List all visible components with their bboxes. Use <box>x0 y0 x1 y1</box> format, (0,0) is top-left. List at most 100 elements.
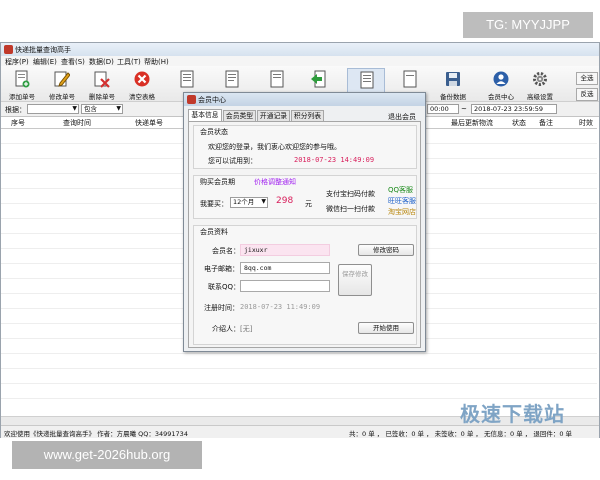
buy-membership-group: 购买会员期 价格调整通知 我要买： 12个月 ▼ 298 元 支付宝扫码付款 微信… <box>193 175 417 219</box>
dialog-app-icon <box>187 95 196 104</box>
register-time-value: 2018-07-23 11:49:09 <box>240 303 321 311</box>
filter-mode-select[interactable]: 包含 ▼ <box>81 104 123 114</box>
alipay-link[interactable]: 支付宝扫码付款 <box>326 189 375 199</box>
buy-membership-caption: 购买会员期 <box>200 178 235 186</box>
table-row <box>1 368 597 369</box>
add-number-button[interactable]: 添加单号 <box>3 68 41 102</box>
edit-number-label: 修改单号 <box>49 93 75 101</box>
tab-open-records[interactable]: 开通记录 <box>257 110 290 121</box>
column-header-note[interactable]: 备注 <box>539 118 553 128</box>
qq-service-link[interactable]: QQ客服 <box>388 185 413 195</box>
filter-label: 根据： <box>5 106 26 114</box>
member-center-button[interactable]: 会员中心 <box>482 68 520 102</box>
basic-info-panel: 会员状态 欢迎您的登录，我们衷心欢迎您的参与哦。 您可以试用到： 2018-07… <box>188 121 421 348</box>
tab-points-list[interactable]: 积分列表 <box>291 110 324 121</box>
member-name-field[interactable]: jixuxr <box>240 244 330 256</box>
time-start-value: 00:00 <box>430 105 449 113</box>
clear-red-icon <box>134 71 150 87</box>
trial-until-value: 2018-07-23 14:49:09 <box>294 156 375 164</box>
refresh-doc-icon <box>180 70 194 88</box>
user-center-icon <box>493 71 509 87</box>
advanced-settings-button[interactable]: 高级设置 <box>521 68 559 102</box>
change-password-button[interactable]: 修改密码 <box>358 244 414 256</box>
column-header-status[interactable]: 状态 <box>512 118 526 128</box>
trial-until-label: 您可以试用到： <box>208 157 257 165</box>
save-disk-icon <box>446 72 460 86</box>
column-header-query-time[interactable]: 查询时间 <box>63 118 91 128</box>
watermark-site-logo: 极速下载站 <box>460 402 565 426</box>
save-changes-button[interactable]: 保存修改 <box>338 264 372 296</box>
filter-mode-value: 包含 <box>84 105 97 113</box>
chevron-down-icon: ▼ <box>72 105 77 112</box>
referrer-value: [无] <box>240 325 253 333</box>
filter-field-select[interactable]: ▼ <box>27 104 79 114</box>
member-status-group: 会员状态 欢迎您的登录，我们衷心欢迎您的参与哦。 您可以试用到： 2018-07… <box>193 125 417 169</box>
email-field[interactable]: 8qq.com <box>240 262 330 274</box>
taobao-shop-link[interactable]: 淘宝网店 <box>388 207 416 217</box>
menu-bar: 程序(P) 编辑(E) 查看(S) 数据(D) 工具(T) 帮助(H) <box>1 56 599 66</box>
clear-table-label: 清空表格 <box>129 93 155 101</box>
invert-selection-button[interactable]: 反选 <box>576 88 598 101</box>
tab-member-type[interactable]: 会员类型 <box>223 110 256 121</box>
advanced-settings-label: 高级设置 <box>527 93 553 101</box>
edit-number-button[interactable]: 修改单号 <box>43 68 81 102</box>
price-notice-link[interactable]: 价格调整通知 <box>254 177 296 187</box>
buy-period-label: 我要买： <box>200 200 228 208</box>
start-using-button[interactable]: 开始使用 <box>358 322 414 334</box>
time-separator: ~ <box>461 105 467 113</box>
wechat-pay-link[interactable]: 微信扫一扫付款 <box>326 204 375 214</box>
time-end-field[interactable]: 2018-07-23 23:59:59 <box>471 104 557 114</box>
contact-qq-field[interactable] <box>240 280 330 292</box>
watermark-url: www.get-2026hub.org <box>12 441 202 469</box>
member-profile-group: 会员资料 会员名： jixuxr 修改密码 电子邮箱： 8qq.com 联系QQ… <box>193 225 417 345</box>
price-unit: 元 <box>305 200 312 208</box>
title-bar: 快递批量查询高手 <box>1 43 599 56</box>
column-header-tracking-number[interactable]: 快递单号 <box>135 118 163 128</box>
backup-data-label: 备份数据 <box>440 93 466 101</box>
watermark-tg: TG: MYYJJPP <box>463 12 593 38</box>
price-value: 298 <box>276 196 294 206</box>
dialog-title: 会员中心 <box>198 96 226 104</box>
table-row <box>1 383 597 384</box>
email-label: 电子邮箱： <box>204 265 239 273</box>
table-row <box>1 353 597 354</box>
member-center-label: 会员中心 <box>488 93 514 101</box>
add-number-label: 添加单号 <box>9 93 35 101</box>
member-status-caption: 会员状态 <box>200 128 228 136</box>
status-credits: 欢迎使用《快递批量查询高手》 作者：方晨曦 QQ：34991734 <box>4 430 188 438</box>
window-title: 快递批量查询高手 <box>15 46 71 54</box>
chevron-down-icon: ▼ <box>261 198 266 205</box>
backup-data-button[interactable]: 备份数据 <box>434 68 472 102</box>
member-center-dialog: 会员中心 基本信息 会员类型 开通记录 积分列表 退出会员 会员状态 欢迎您的登… <box>183 92 426 352</box>
welcome-text: 欢迎您的登录，我们衷心欢迎您的参与哦。 <box>208 143 341 151</box>
select-all-button[interactable]: 全选 <box>576 72 598 85</box>
export-doc-icon <box>403 70 417 88</box>
delete-number-label: 删除单号 <box>89 93 115 101</box>
member-name-label: 会员名： <box>212 247 240 255</box>
print-icon <box>360 71 374 89</box>
delete-number-button[interactable]: 删除单号 <box>83 68 121 102</box>
add-doc-icon <box>15 70 30 88</box>
dialog-title-bar: 会员中心 <box>184 93 425 106</box>
referrer-label: 介绍人： <box>212 325 240 333</box>
doc-list-icon <box>225 70 239 88</box>
app-icon <box>4 45 13 54</box>
status-counts: 共：0 单 ， 已签收：0 单 ， 未签收：0 单 ， 无信息：0 单 ， 退回… <box>349 430 573 438</box>
doc-check-icon <box>270 70 284 88</box>
time-end-value: 2018-07-23 23:59:59 <box>474 105 544 113</box>
contact-qq-label: 联系QQ： <box>208 283 241 291</box>
clear-table-button[interactable]: 清空表格 <box>123 68 161 102</box>
gear-icon <box>533 72 547 86</box>
register-time-label: 注册时间： <box>204 304 239 312</box>
tab-basic-info[interactable]: 基本信息 <box>188 109 222 121</box>
column-header-timeliness[interactable]: 时效 <box>579 118 593 128</box>
time-start-field[interactable]: 00:00 <box>427 104 459 114</box>
period-select[interactable]: 12个月 ▼ <box>230 197 268 208</box>
edit-pencil-icon <box>54 71 70 87</box>
member-profile-caption: 会员资料 <box>200 228 228 236</box>
column-header-index[interactable]: 序号 <box>11 118 25 128</box>
wangwang-service-link[interactable]: 旺旺客服 <box>388 196 416 206</box>
import-arrow-icon <box>311 70 326 88</box>
column-header-last-update[interactable]: 最后更新物流 <box>451 118 493 128</box>
delete-x-icon <box>94 71 110 88</box>
